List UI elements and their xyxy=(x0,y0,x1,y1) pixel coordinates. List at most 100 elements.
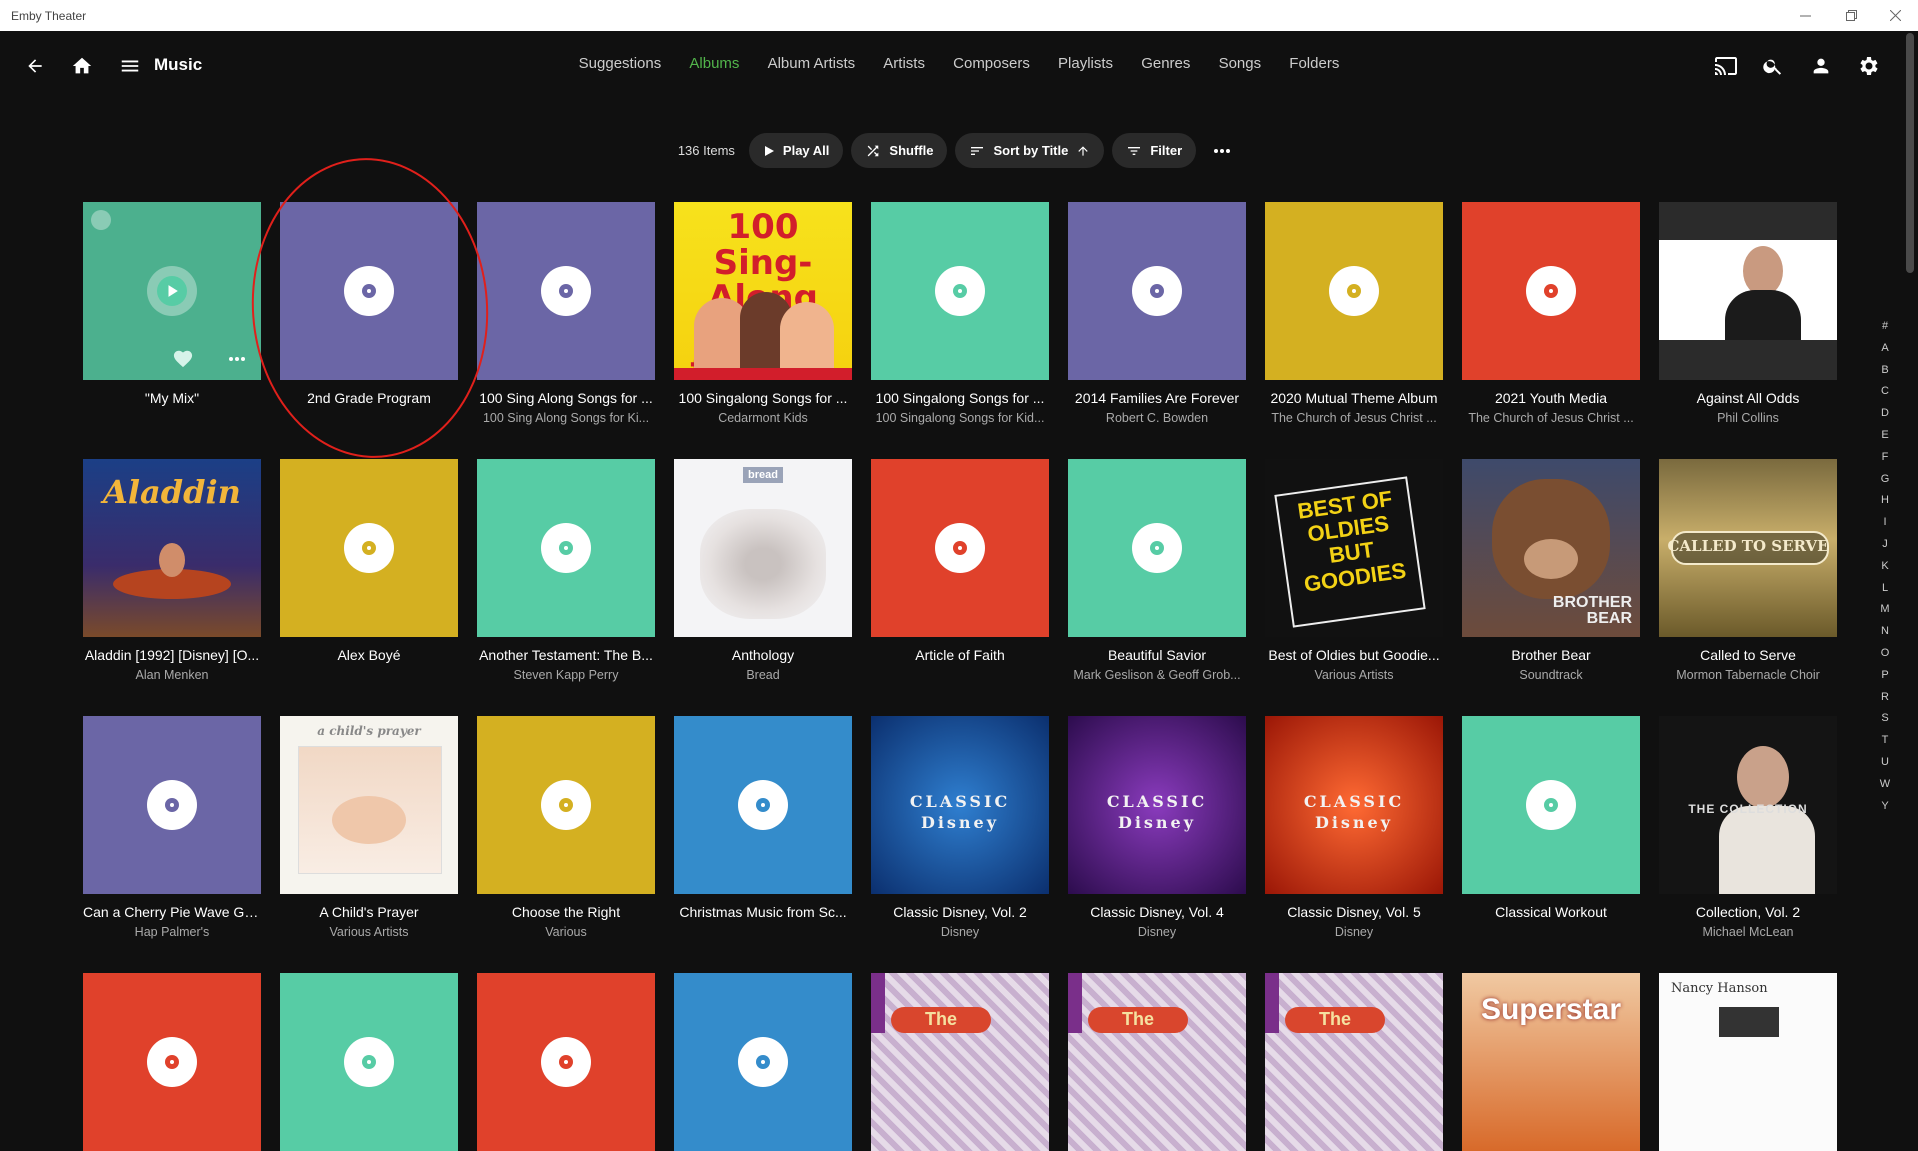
album-cover[interactable] xyxy=(477,459,655,637)
album-card[interactable]: "My Mix" xyxy=(83,202,261,406)
album-artist[interactable]: The Church of Jesus Christ ... xyxy=(1265,411,1443,425)
album-cover[interactable] xyxy=(1659,202,1837,380)
album-card[interactable]: THE COLLECTION Collection, Vol. 2 Michael … xyxy=(1659,716,1837,939)
album-card[interactable]: 2021 Youth Media The Church of Jesus Chri… xyxy=(1462,202,1640,425)
play-all-button[interactable]: Play All xyxy=(748,133,844,168)
shuffle-button[interactable]: Shuffle xyxy=(851,133,948,168)
album-cover[interactable]: CLASSIC Disney xyxy=(1068,716,1246,894)
album-title[interactable]: Called to Serve xyxy=(1659,647,1837,663)
tab-album-artists[interactable]: Album Artists xyxy=(768,55,856,72)
album-title[interactable]: 2021 Youth Media xyxy=(1462,390,1640,406)
alphabet-letter[interactable]: W xyxy=(1877,774,1893,796)
alphabet-letter[interactable]: G xyxy=(1877,469,1893,491)
album-card[interactable]: BROTHER BEAR Brother Bear Soundtrack xyxy=(1462,459,1640,682)
album-card[interactable]: CLASSIC Disney Classic Disney, Vol. 5 Disn… xyxy=(1265,716,1443,939)
album-cover[interactable] xyxy=(280,459,458,637)
album-cover[interactable]: Superstar xyxy=(1462,973,1640,1151)
more-horizontal-icon[interactable] xyxy=(228,356,246,362)
album-card[interactable]: The xyxy=(871,973,1049,1151)
heart-icon[interactable] xyxy=(172,348,194,368)
album-cover[interactable] xyxy=(1462,716,1640,894)
album-artist[interactable]: 100 Singalong Songs for Kid... xyxy=(871,411,1049,425)
album-card[interactable]: BEST OF OLDIES BUT GOODIES Best of Oldies… xyxy=(1265,459,1443,682)
album-cover[interactable]: THE COLLECTION xyxy=(1659,716,1837,894)
album-artist[interactable]: Robert C. Bowden xyxy=(1068,411,1246,425)
album-title[interactable]: Anthology xyxy=(674,647,852,663)
album-card[interactable]: 100 Sing Along Songs for ... 100 Sing Alo… xyxy=(477,202,655,425)
album-cover[interactable]: BEST OF OLDIES BUT GOODIES xyxy=(1265,459,1443,637)
album-title[interactable]: "My Mix" xyxy=(83,390,261,406)
album-artist[interactable]: Bread xyxy=(674,668,852,682)
album-card[interactable] xyxy=(83,973,261,1151)
album-cover[interactable] xyxy=(477,202,655,380)
alphabet-letter[interactable]: Y xyxy=(1877,796,1893,818)
album-cover[interactable]: bread xyxy=(674,459,852,637)
album-cover[interactable] xyxy=(83,973,261,1151)
tab-artists[interactable]: Artists xyxy=(883,55,925,72)
tab-suggestions[interactable]: Suggestions xyxy=(579,55,662,72)
alphabet-letter[interactable]: L xyxy=(1877,578,1893,600)
alphabet-letter[interactable]: A xyxy=(1877,338,1893,360)
album-card[interactable]: bread Anthology Bread xyxy=(674,459,852,682)
album-artist[interactable]: The Church of Jesus Christ ... xyxy=(1462,411,1640,425)
alphabet-letter[interactable]: T xyxy=(1877,730,1893,752)
album-title[interactable]: 2020 Mutual Theme Album xyxy=(1265,390,1443,406)
album-cover[interactable] xyxy=(871,459,1049,637)
play-overlay-button[interactable] xyxy=(147,266,197,316)
album-title[interactable]: Aladdin [1992] [Disney] [O... xyxy=(83,647,261,663)
album-title[interactable]: Choose the Right xyxy=(477,904,655,920)
album-cover[interactable]: CLASSIC Disney xyxy=(871,716,1049,894)
album-cover[interactable] xyxy=(1068,202,1246,380)
album-card[interactable]: Classical Workout xyxy=(1462,716,1640,920)
album-title[interactable]: Christmas Music from Sc... xyxy=(674,904,852,920)
album-title[interactable]: Can a Cherry Pie Wave Go... xyxy=(83,904,261,920)
album-title[interactable]: Article of Faith xyxy=(871,647,1049,663)
album-card[interactable]: Choose the Right Various xyxy=(477,716,655,939)
album-card[interactable]: 100 Singalong Songs for ... 100 Singalong… xyxy=(871,202,1049,425)
tab-songs[interactable]: Songs xyxy=(1219,55,1262,72)
album-cover[interactable]: The xyxy=(1068,973,1246,1151)
album-artist[interactable]: Disney xyxy=(1068,925,1246,939)
album-card[interactable]: Against All Odds Phil Collins xyxy=(1659,202,1837,425)
album-title[interactable]: Beautiful Savior xyxy=(1068,647,1246,663)
album-title[interactable]: 100 Singalong Songs for ... xyxy=(871,390,1049,406)
album-artist[interactable]: Mark Geslison & Geoff Grob... xyxy=(1068,668,1246,682)
album-artist[interactable]: Steven Kapp Perry xyxy=(477,668,655,682)
album-artist[interactable]: Alan Menken xyxy=(83,668,261,682)
alphabet-letter[interactable]: K xyxy=(1877,556,1893,578)
album-title[interactable]: A Child's Prayer xyxy=(280,904,458,920)
album-card[interactable] xyxy=(280,973,458,1151)
settings-button[interactable] xyxy=(1849,46,1889,86)
album-card[interactable]: 100 Sing-Along Songs for kids 100 Singalo… xyxy=(674,202,852,425)
tab-genres[interactable]: Genres xyxy=(1141,55,1190,72)
album-card[interactable] xyxy=(674,973,852,1151)
album-artist[interactable]: Disney xyxy=(1265,925,1443,939)
album-card[interactable]: a child's prayer A Child's Prayer Various … xyxy=(280,716,458,939)
album-card[interactable]: Aladdin Aladdin [1992] [Disney] [O... Alan… xyxy=(83,459,261,682)
alphabet-letter[interactable]: # xyxy=(1877,316,1893,338)
album-title[interactable]: Classic Disney, Vol. 2 xyxy=(871,904,1049,920)
album-cover[interactable] xyxy=(674,716,852,894)
album-card[interactable]: Beautiful Savior Mark Geslison & Geoff Gr… xyxy=(1068,459,1246,682)
search-button[interactable] xyxy=(1753,46,1793,86)
user-button[interactable] xyxy=(1801,46,1841,86)
album-card[interactable]: 2nd Grade Program xyxy=(280,202,458,406)
album-title[interactable]: 2014 Families Are Forever xyxy=(1068,390,1246,406)
album-artist[interactable]: Various xyxy=(477,925,655,939)
album-cover[interactable] xyxy=(1068,459,1246,637)
alphabet-letter[interactable]: N xyxy=(1877,621,1893,643)
album-cover[interactable]: CLASSIC Disney xyxy=(1265,716,1443,894)
alphabet-letter[interactable]: E xyxy=(1877,425,1893,447)
album-card[interactable]: 2020 Mutual Theme Album The Church of Jes… xyxy=(1265,202,1443,425)
album-card[interactable]: Another Testament: The B... Steven Kapp P… xyxy=(477,459,655,682)
album-cover[interactable]: The xyxy=(1265,973,1443,1151)
album-title[interactable]: Against All Odds xyxy=(1659,390,1837,406)
alphabet-letter[interactable]: B xyxy=(1877,360,1893,382)
alphabet-letter[interactable]: O xyxy=(1877,643,1893,665)
alphabet-letter[interactable]: R xyxy=(1877,687,1893,709)
more-options-button[interactable] xyxy=(1204,133,1240,168)
album-cover[interactable] xyxy=(674,973,852,1151)
album-cover[interactable]: BROTHER BEAR xyxy=(1462,459,1640,637)
album-title[interactable]: Alex Boyé xyxy=(280,647,458,663)
album-artist[interactable]: Phil Collins xyxy=(1659,411,1837,425)
